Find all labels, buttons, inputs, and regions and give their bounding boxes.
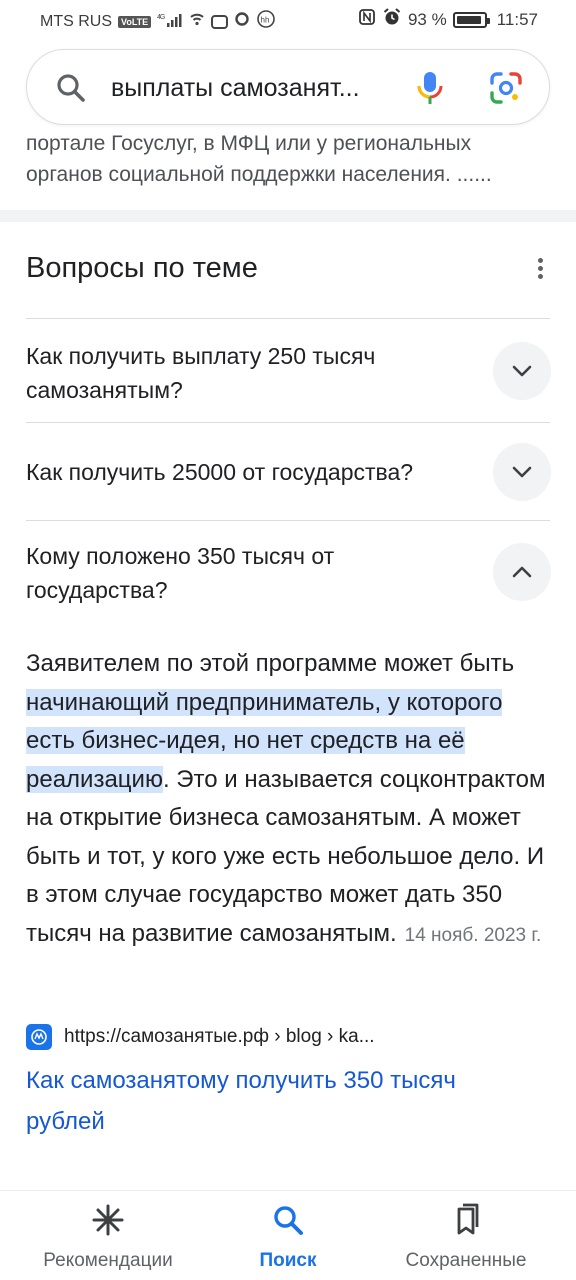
expand-button[interactable] xyxy=(493,443,551,501)
search-bar[interactable]: выплаты самозанят... xyxy=(26,49,550,125)
answer-text: Заявителем по этой программе может быть … xyxy=(26,645,550,955)
nav-item-saved[interactable]: Сохраненные xyxy=(370,1203,562,1272)
battery-fill xyxy=(456,15,481,24)
carrier-label: MTS RUS xyxy=(40,12,112,30)
more-options-icon[interactable] xyxy=(530,258,550,282)
nfc-icon xyxy=(358,8,376,31)
ozon-icon xyxy=(234,11,250,32)
source-line[interactable]: https://самозанятые.рф › blog › ka... xyxy=(26,1024,375,1050)
asterisk-icon xyxy=(91,1204,125,1241)
alarm-icon xyxy=(382,7,402,32)
app-notification-icon xyxy=(211,14,229,29)
google-lens-icon[interactable] xyxy=(489,71,523,110)
battery-icon xyxy=(452,11,490,28)
wifi-icon xyxy=(189,11,205,32)
status-bar: MTS RUS VoLTE 4G hh 93 % 11:57 xyxy=(0,0,576,36)
status-right: 93 % 11:57 xyxy=(358,7,538,32)
search-icon xyxy=(271,1206,305,1241)
bookmarks-icon xyxy=(449,1203,483,1241)
section-divider xyxy=(0,210,576,222)
nav-item-recommendations[interactable]: Рекомендации xyxy=(12,1203,204,1272)
answer-text-start: Заявителем по этой программе может быть xyxy=(26,650,515,677)
question-item[interactable]: Кому положено 350 тысяч от государства? xyxy=(26,539,476,607)
volte-badge: VoLTE xyxy=(118,15,152,28)
expand-button[interactable] xyxy=(493,342,551,400)
site-favicon xyxy=(26,1024,52,1050)
source-url[interactable]: https://самозанятые.рф › blog › ka... xyxy=(64,1026,375,1048)
hh-icon: hh xyxy=(256,9,276,34)
collapse-button[interactable] xyxy=(493,543,551,601)
clock: 11:57 xyxy=(496,9,538,29)
question-divider xyxy=(26,318,550,319)
search-icon[interactable] xyxy=(55,72,87,109)
status-left: MTS RUS VoLTE 4G hh xyxy=(40,9,276,34)
question-divider xyxy=(26,422,550,423)
result-snippet: портале Госуслуг, в МФЦ или у региональн… xyxy=(26,132,492,186)
search-query[interactable]: выплаты самозанят... xyxy=(111,74,360,103)
result-link-title[interactable]: Как самозанятому получить 350 тысяч рубл… xyxy=(26,1060,526,1142)
bottom-navigation: Рекомендации Поиск Сохраненные xyxy=(0,1190,576,1280)
battery-percent: 93 % xyxy=(407,9,447,29)
related-questions-title: Вопросы по теме xyxy=(26,252,258,284)
question-item[interactable]: Как получить выплату 250 тысяч самозанят… xyxy=(26,339,476,407)
mic-icon[interactable] xyxy=(415,70,445,111)
chevron-down-icon xyxy=(512,466,532,478)
question-item[interactable]: Как получить 25000 от государства? xyxy=(26,455,476,489)
network-type: 4G xyxy=(157,14,165,21)
nav-label: Рекомендации xyxy=(43,1250,173,1271)
question-divider xyxy=(26,520,550,521)
signal-icon: 4G xyxy=(157,12,183,31)
nav-label: Поиск xyxy=(259,1250,317,1271)
answer-date: 14 нояб. 2023 г. xyxy=(404,924,542,946)
nav-label: Сохраненные xyxy=(405,1250,527,1271)
svg-text:hh: hh xyxy=(261,16,270,25)
chevron-up-icon xyxy=(512,566,532,578)
nav-item-search[interactable]: Поиск xyxy=(192,1203,384,1272)
chevron-down-icon xyxy=(512,365,532,377)
